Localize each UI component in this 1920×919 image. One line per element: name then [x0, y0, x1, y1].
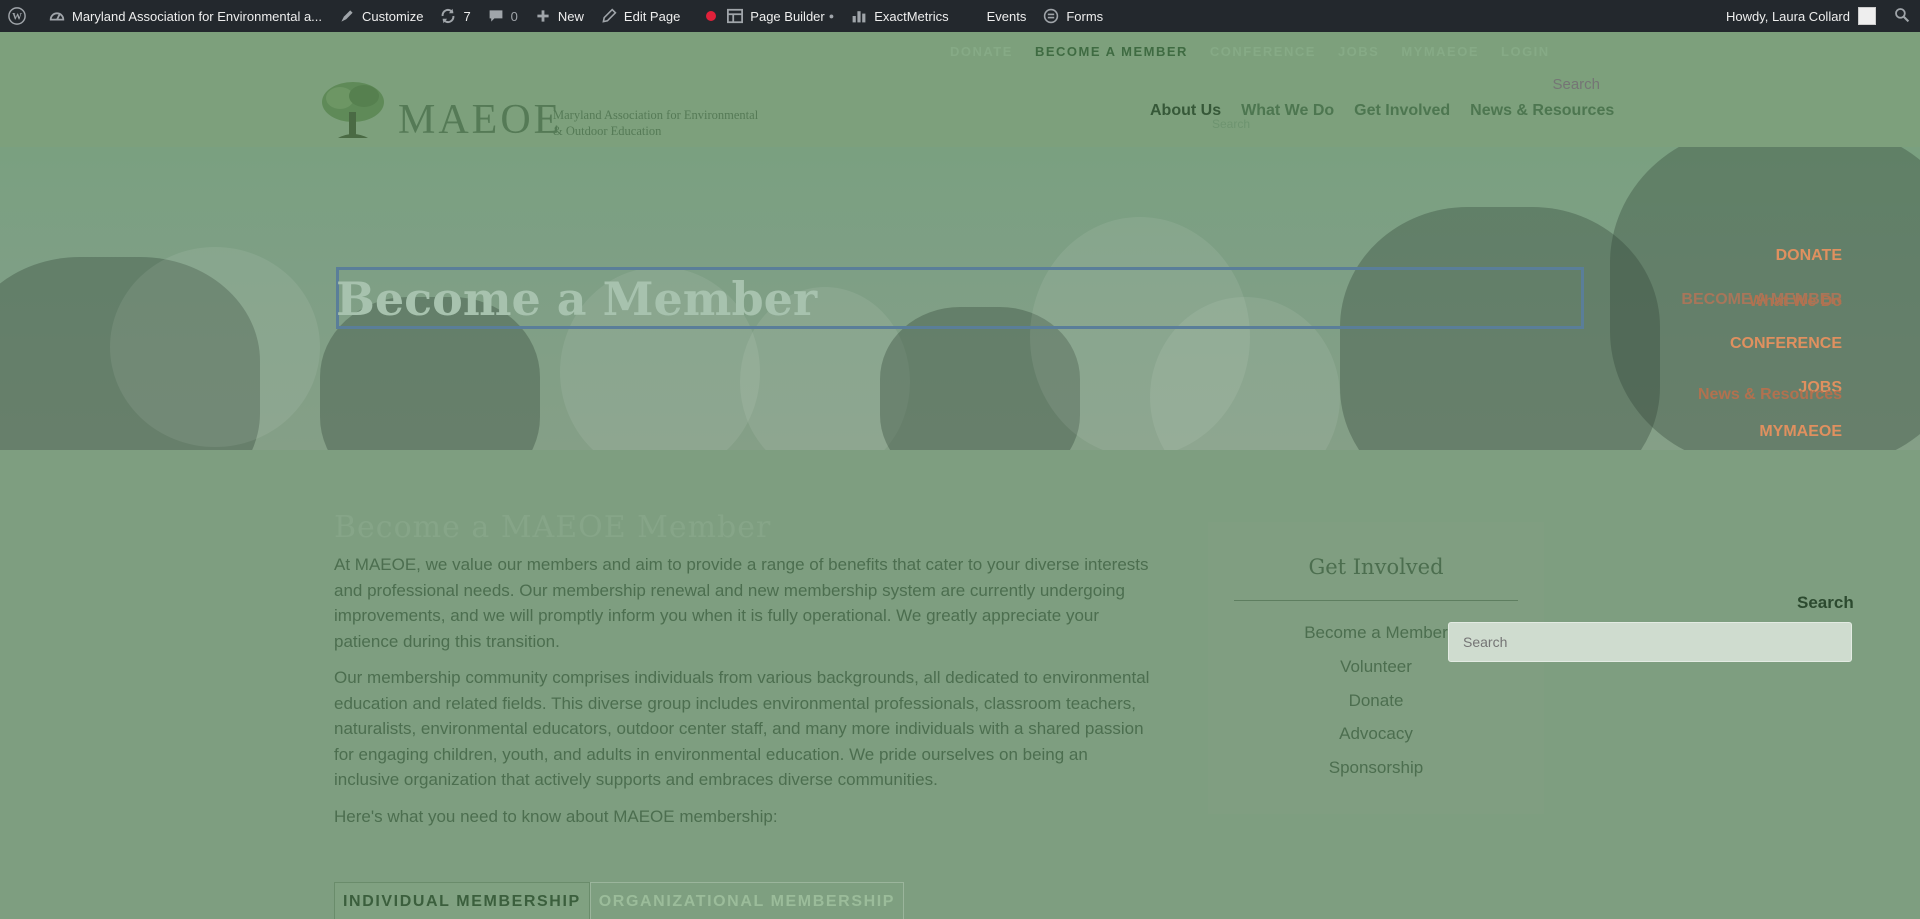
customize-label: Customize: [362, 8, 424, 24]
topnav-conference[interactable]: Conference: [1210, 44, 1316, 59]
topnav-jobs[interactable]: Jobs: [1338, 44, 1379, 59]
updates-count: 7: [463, 8, 471, 24]
section-heading: Become a MAEOE Member: [334, 510, 772, 545]
page-builder-label: Page Builder: [750, 8, 825, 24]
my-account-menu[interactable]: Howdy, Laura Collard: [1718, 0, 1884, 32]
customize-link[interactable]: Customize: [330, 0, 431, 32]
logo-subtitle-line-1: Maryland Association for Environmental: [553, 108, 759, 122]
search-icon: [1894, 7, 1910, 26]
membership-lead: Here's what you need to know about MAEOE…: [334, 807, 778, 826]
forms-label: Forms: [1066, 8, 1104, 24]
sidebar-link-advocacy[interactable]: Advocacy: [1234, 724, 1518, 744]
sidemenu-donate[interactable]: DONATE: [1681, 240, 1842, 284]
sidebar-title: Get Involved: [1308, 555, 1444, 579]
nav-about-us[interactable]: About Us: [1150, 102, 1221, 120]
pencil-icon: [600, 7, 618, 25]
hero-photo-shape: [110, 247, 320, 447]
search-widget-label: Search: [1797, 593, 1854, 612]
site-name-menu[interactable]: Maryland Association for Environmental a…: [40, 0, 330, 32]
layout-icon: [726, 7, 744, 25]
new-label: New: [557, 8, 584, 24]
svg-text:W: W: [12, 12, 22, 23]
updates-link[interactable]: 7: [431, 0, 478, 32]
sidemenu-conference[interactable]: CONFERENCE: [1681, 328, 1842, 372]
topnav-donate[interactable]: Donate: [950, 44, 1013, 59]
bar-chart-icon: [850, 7, 868, 25]
edit-page-label: Edit Page: [623, 8, 681, 24]
wp-admin-bar: W Maryland Association for Environmental…: [0, 0, 1920, 32]
comments-count: 0: [510, 8, 518, 24]
new-content-menu[interactable]: New: [526, 0, 592, 32]
intro-paragraph: At MAEOE, we value our members and aim t…: [334, 555, 1149, 651]
sidebar-divider: [1234, 600, 1518, 601]
community-paragraph: Our membership community comprises indiv…: [334, 668, 1150, 789]
overlap-news-resources[interactable]: News & Resources: [1698, 386, 1842, 404]
admin-search-button[interactable]: [1884, 0, 1920, 32]
logo-subtitle-line-2: & Outdoor Education: [553, 124, 662, 138]
comment-icon: [487, 7, 505, 25]
topnav-login[interactable]: Login: [1501, 44, 1550, 59]
events-label: Events: [986, 8, 1027, 24]
sidebar-link-donate[interactable]: Donate: [1234, 691, 1518, 711]
exactmetrics-menu[interactable]: ExactMetrics: [842, 0, 956, 32]
status-dot-icon: [706, 11, 717, 21]
tab-organizational-membership[interactable]: ORGANIZATIONAL MEMBERSHIP: [589, 882, 905, 919]
header-search-input[interactable]: [1510, 76, 1600, 93]
updates-icon: [439, 7, 457, 25]
overlay-side-menu: DONATE BECOME A MEMBER CONFERENCE JOBS M…: [1681, 240, 1842, 460]
plus-icon: [534, 7, 552, 25]
forms-icon: [1042, 7, 1060, 25]
exactmetrics-label: ExactMetrics: [874, 8, 949, 24]
page-builder-menu[interactable]: Page Builder ●: [688, 0, 842, 32]
dashboard-icon: [48, 7, 66, 25]
site-name-label: Maryland Association for Environmental a…: [72, 8, 323, 24]
edit-page-link[interactable]: Edit Page: [592, 0, 688, 32]
howdy-label: Howdy, Laura Collard: [1725, 8, 1850, 24]
forms-menu[interactable]: Forms: [1034, 0, 1111, 32]
nav-get-involved[interactable]: Get Involved: [1354, 102, 1450, 120]
nav-news-resources[interactable]: News & Resources: [1470, 102, 1614, 120]
search-input[interactable]: [1448, 622, 1852, 662]
topnav-become-a-member[interactable]: Become a Member: [1035, 44, 1188, 59]
logo-subtitle: Maryland Association for Environmental &…: [553, 107, 758, 139]
wordpress-logo-menu[interactable]: W: [0, 0, 40, 32]
tab-individual-membership[interactable]: INDIVIDUAL MEMBERSHIP: [334, 882, 590, 919]
nav-what-we-do[interactable]: What We Do: [1241, 102, 1334, 120]
dropdown-dot-icon: ●: [828, 11, 835, 21]
maeoe-tree-logo[interactable]: [318, 78, 388, 144]
avatar: [1858, 7, 1876, 25]
membership-tabs: INDIVIDUAL MEMBERSHIP ORGANIZATIONAL MEM…: [334, 882, 905, 919]
sidebar-link-sponsorship[interactable]: Sponsorship: [1234, 758, 1518, 778]
logo-wordmark: MAEOE: [398, 97, 563, 143]
overlap-what-we-do[interactable]: What We Do: [1749, 293, 1842, 311]
events-menu[interactable]: Events: [957, 0, 1035, 32]
page-title: Become a Member: [336, 272, 818, 326]
top-utility-nav: Donate Become a Member Conference Jobs M…: [950, 44, 1550, 59]
comments-link[interactable]: 0: [479, 0, 526, 32]
brush-icon: [338, 7, 356, 25]
wordpress-icon: W: [8, 7, 26, 25]
topnav-mymaeoe[interactable]: MyMAEOE: [1401, 44, 1479, 59]
ghost-search-text: Search: [1212, 117, 1251, 131]
sidemenu-mymaeoe[interactable]: MYMAEOE: [1681, 416, 1842, 460]
